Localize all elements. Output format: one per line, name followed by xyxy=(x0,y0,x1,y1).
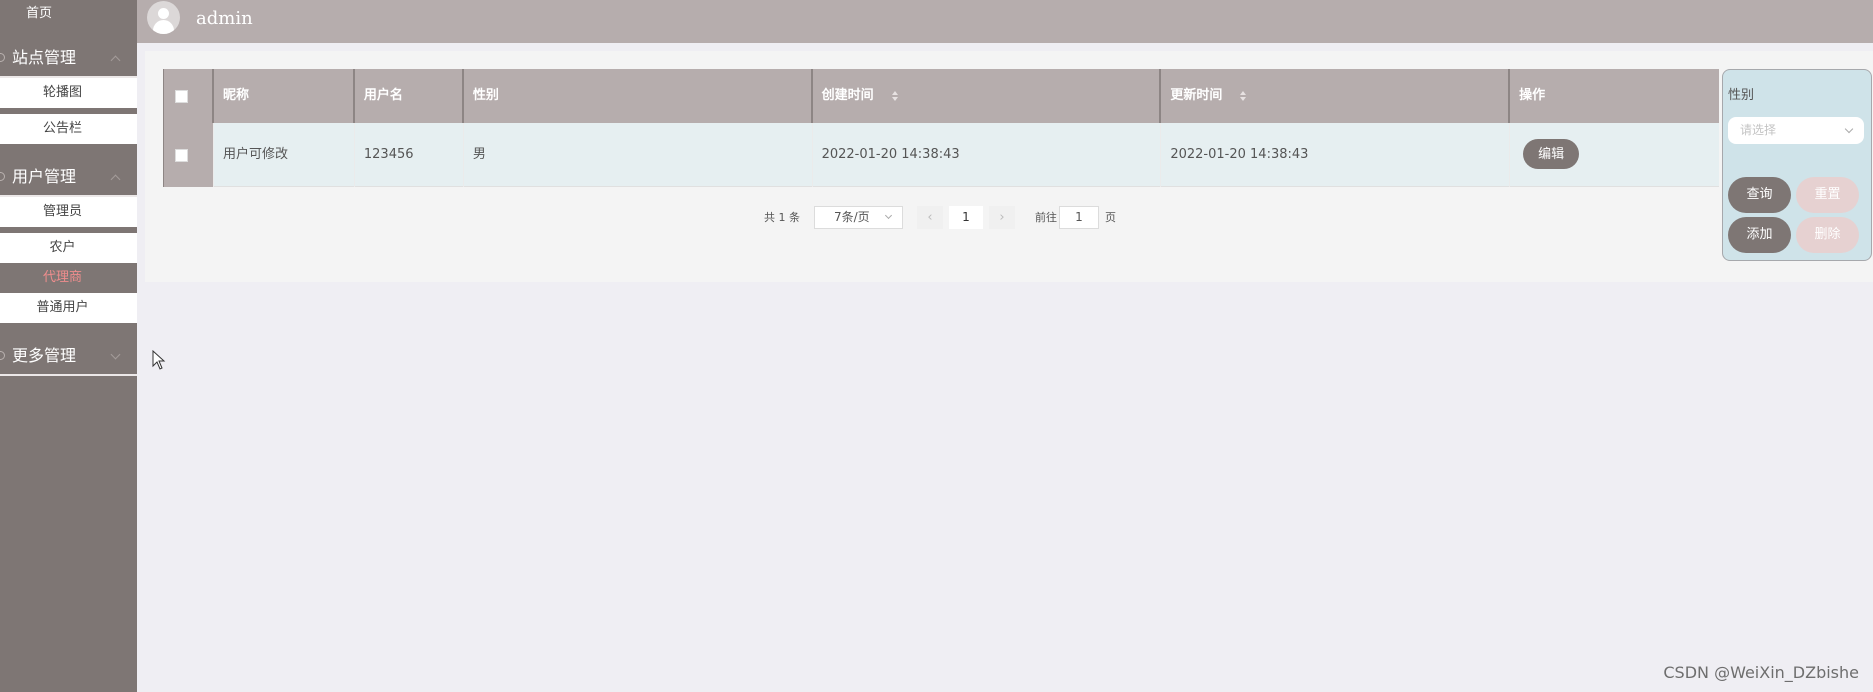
column-header-action: 操作 xyxy=(1519,88,1546,103)
gender-select-placeholder: 请选择 xyxy=(1740,123,1777,137)
filter-panel: 性别 请选择 查询 重置 添加 删除 xyxy=(1722,69,1872,261)
menu-dot-icon xyxy=(0,53,5,62)
chevron-down-icon xyxy=(884,211,893,219)
query-button[interactable]: 查询 xyxy=(1728,177,1791,213)
username-label: admin xyxy=(196,8,253,29)
column-header-username: 用户名 xyxy=(355,69,464,123)
edit-button[interactable]: 编辑 xyxy=(1523,139,1580,169)
menu-dot-icon xyxy=(0,172,5,181)
reset-button[interactable]: 重置 xyxy=(1796,177,1859,213)
sort-icon[interactable] xyxy=(891,91,899,101)
cell-nickname: 用户可修改 xyxy=(214,123,355,187)
pagination-total: 共 1 条 xyxy=(764,211,800,224)
sidebar-item-home[interactable]: 首页 xyxy=(0,0,137,30)
next-page-button[interactable]: › xyxy=(989,205,1015,229)
cell-created: 2022-01-20 14:38:43 xyxy=(813,123,1162,187)
sidebar-item-notice[interactable]: 公告栏 xyxy=(0,108,137,144)
prev-page-button[interactable]: ‹ xyxy=(917,205,943,229)
goto-label: 前往 xyxy=(1035,211,1057,224)
page-size-select[interactable]: 7条/页 xyxy=(814,205,903,229)
cell-username: 123456 xyxy=(355,123,464,187)
sidebar-group-label: 站点管理 xyxy=(12,48,77,67)
page-size-value: 7条/页 xyxy=(834,209,870,224)
sidebar: 首页 站点管理 轮播图 公告栏 用户管理 管理员 农户 代理商 普通用户 更多管… xyxy=(0,0,137,692)
page-suffix-label: 页 xyxy=(1105,211,1116,224)
table-header: 昵称 用户名 性别 创建时间 更新时间 操作 xyxy=(164,69,1719,123)
chevron-down-icon xyxy=(110,349,121,360)
sidebar-item-admin[interactable]: 管理员 xyxy=(0,197,137,227)
delete-button[interactable]: 删除 xyxy=(1796,217,1859,253)
column-header-nickname: 昵称 xyxy=(214,69,355,123)
column-header-updated[interactable]: 更新时间 xyxy=(1161,69,1511,123)
pagination: 共 1 条 7条/页 ‹ 1 › 前往 1 页 xyxy=(764,205,1116,229)
mouse-cursor-icon xyxy=(152,350,166,370)
sidebar-item-normal-user[interactable]: 普通用户 xyxy=(0,293,137,323)
header-select-cell xyxy=(164,69,214,123)
sidebar-item-carousel[interactable]: 轮播图 xyxy=(0,78,137,108)
column-header-label: 更新时间 xyxy=(1170,88,1223,103)
gender-filter-label: 性别 xyxy=(1728,88,1755,103)
cell-updated: 2022-01-20 14:38:43 xyxy=(1161,123,1511,187)
user-table: 昵称 用户名 性别 创建时间 更新时间 操作 用户可修改 123456 男 20… xyxy=(163,69,1719,187)
chevron-down-icon xyxy=(1844,124,1854,134)
add-button[interactable]: 添加 xyxy=(1728,217,1791,253)
user-icon xyxy=(158,8,169,19)
sidebar-item-farmer[interactable]: 农户 xyxy=(0,227,137,263)
sidebar-group-more[interactable]: 更多管理 xyxy=(0,336,137,376)
table-row: 用户可修改 123456 男 2022-01-20 14:38:43 2022-… xyxy=(164,123,1719,187)
chevron-up-icon xyxy=(110,55,121,66)
goto-page-input[interactable]: 1 xyxy=(1059,205,1099,229)
sidebar-item-agent[interactable]: 代理商 xyxy=(0,263,137,293)
sort-icon[interactable] xyxy=(1240,91,1247,101)
top-header: admin xyxy=(137,0,1873,43)
cell-gender: 男 xyxy=(464,123,813,187)
column-header-created[interactable]: 创建时间 xyxy=(813,69,1162,123)
row-select-cell xyxy=(164,123,214,187)
column-header-gender: 性别 xyxy=(464,69,813,123)
sidebar-group-users[interactable]: 用户管理 xyxy=(0,157,137,197)
cell-action: 编辑 xyxy=(1510,123,1719,187)
sidebar-group-site[interactable]: 站点管理 xyxy=(0,38,137,78)
sidebar-group-label: 用户管理 xyxy=(12,167,77,186)
sidebar-group-label: 更多管理 xyxy=(12,346,77,365)
chevron-up-icon xyxy=(110,174,121,185)
current-page[interactable]: 1 xyxy=(949,205,983,229)
column-header-label: 创建时间 xyxy=(821,88,874,103)
select-all-checkbox[interactable] xyxy=(175,90,188,103)
avatar[interactable] xyxy=(147,1,180,34)
gender-select[interactable]: 请选择 xyxy=(1728,117,1864,144)
watermark: CSDN @WeiXin_DZbishe xyxy=(1663,663,1859,682)
row-checkbox[interactable] xyxy=(175,149,188,162)
menu-dot-icon xyxy=(0,351,5,360)
